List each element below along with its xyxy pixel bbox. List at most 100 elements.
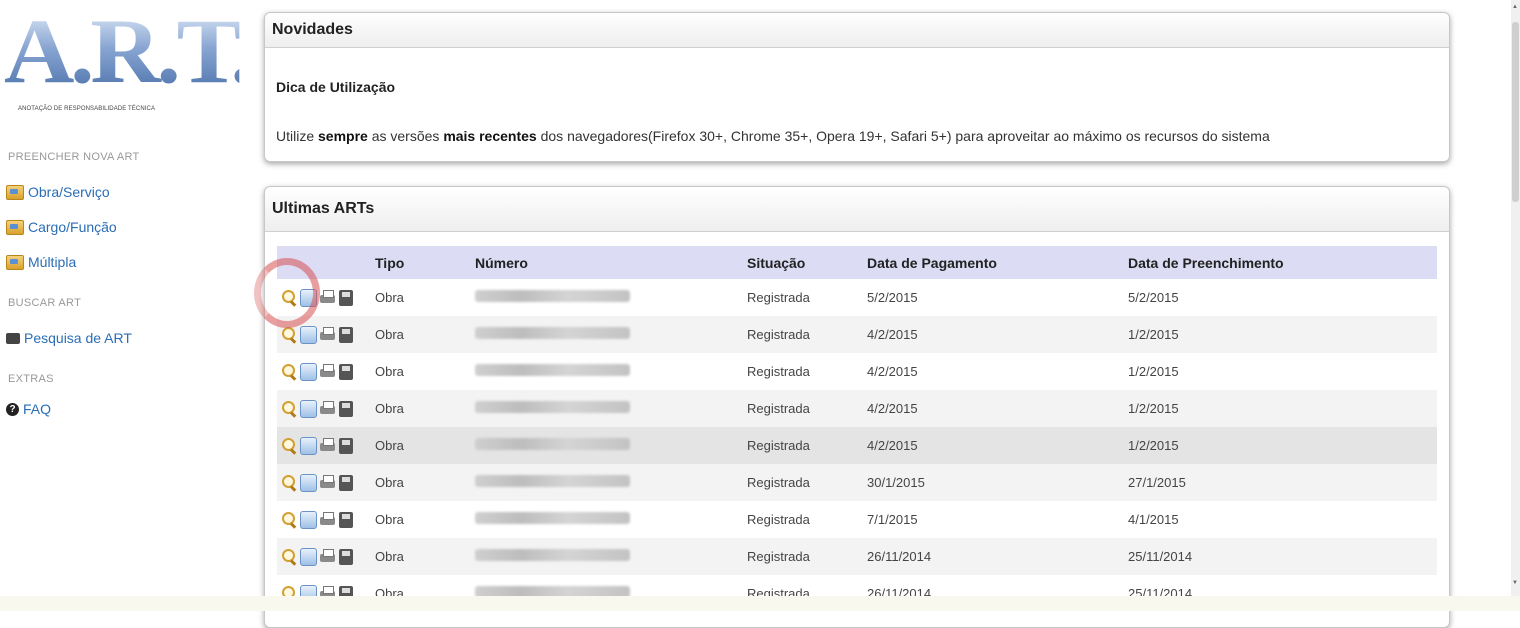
section-new-art: PREENCHER NOVA ART xyxy=(8,151,140,163)
magnifier-icon[interactable] xyxy=(280,363,298,381)
sidebar-item-pesquisa[interactable]: Pesquisa de ART xyxy=(6,330,132,346)
tip-text: Utilize sempre as versões mais recentes … xyxy=(276,128,1270,144)
col-numero[interactable]: Número xyxy=(475,255,528,271)
table-row[interactable]: Obra Registrada 30/1/2015 27/1/2015 xyxy=(277,464,1437,501)
form-icon xyxy=(6,184,24,200)
printer-icon[interactable] xyxy=(319,548,337,566)
magnifier-icon[interactable] xyxy=(280,474,298,492)
table-row[interactable]: Obra Registrada 5/2/2015 5/2/2015 xyxy=(277,279,1437,316)
cell-pagamento: 4/2/2015 xyxy=(867,327,918,342)
table-row[interactable]: Obra Registrada 7/1/2015 4/1/2015 xyxy=(277,501,1437,538)
cell-pagamento: 4/2/2015 xyxy=(867,438,918,453)
cell-pagamento: 4/2/2015 xyxy=(867,401,918,416)
col-situacao[interactable]: Situação xyxy=(747,255,805,271)
save-icon[interactable] xyxy=(339,511,353,528)
sidebar-item-label: Pesquisa de ART xyxy=(24,330,132,346)
document-icon[interactable] xyxy=(300,399,317,418)
magnifier-icon[interactable] xyxy=(280,289,298,307)
cell-preenchimento: 5/2/2015 xyxy=(1128,290,1179,305)
cell-tipo: Obra xyxy=(375,401,404,416)
cell-numero xyxy=(475,438,630,453)
cell-pagamento: 5/2/2015 xyxy=(867,290,918,305)
row-actions xyxy=(280,473,353,492)
table-row[interactable]: Obra Registrada 26/11/2014 25/11/2014 xyxy=(277,538,1437,575)
cell-preenchimento: 1/2/2015 xyxy=(1128,401,1179,416)
cell-pagamento: 30/1/2015 xyxy=(867,475,925,490)
save-icon[interactable] xyxy=(339,326,353,343)
printer-icon[interactable] xyxy=(319,474,337,492)
cell-preenchimento: 4/1/2015 xyxy=(1128,512,1179,527)
latest-arts-panel: Ultimas ARTs Tipo Número Situação Data d… xyxy=(264,186,1450,628)
table-row[interactable]: Obra Registrada 4/2/2015 1/2/2015 xyxy=(277,427,1437,464)
sidebar-item-obra[interactable]: Obra/Serviço xyxy=(6,184,110,200)
cell-tipo: Obra xyxy=(375,364,404,379)
magnifier-icon[interactable] xyxy=(280,437,298,455)
sidebar-item-label: FAQ xyxy=(23,401,52,417)
page-scrollbar[interactable]: ▲ ▼ xyxy=(1511,0,1520,596)
document-icon[interactable] xyxy=(300,288,317,307)
magnifier-icon[interactable] xyxy=(280,548,298,566)
section-search-art: BUSCAR ART xyxy=(8,297,82,309)
printer-icon[interactable] xyxy=(319,437,337,455)
col-pagamento[interactable]: Data de Pagamento xyxy=(867,255,997,271)
document-icon[interactable] xyxy=(300,325,317,344)
save-icon[interactable] xyxy=(339,400,353,417)
scroll-up-arrow-icon[interactable]: ▲ xyxy=(1512,4,1518,10)
cell-situacao: Registrada xyxy=(747,438,810,453)
cell-preenchimento: 1/2/2015 xyxy=(1128,438,1179,453)
form-icon xyxy=(6,254,24,270)
document-icon[interactable] xyxy=(300,510,317,529)
save-icon[interactable] xyxy=(339,289,353,306)
scroll-thumb[interactable] xyxy=(1512,22,1519,202)
cell-preenchimento: 27/1/2015 xyxy=(1128,475,1186,490)
table-row[interactable]: Obra Registrada 4/2/2015 1/2/2015 xyxy=(277,316,1437,353)
tip-title: Dica de Utilização xyxy=(276,79,396,95)
cell-tipo: Obra xyxy=(375,512,404,527)
footer-bar xyxy=(0,596,1520,611)
document-icon[interactable] xyxy=(300,473,317,492)
cell-pagamento: 7/1/2015 xyxy=(867,512,918,527)
printer-icon[interactable] xyxy=(319,511,337,529)
art-logo[interactable]: A.R.T. ANOTAÇÃO DE RESPONSABILIDADE TÉCN… xyxy=(4,5,255,112)
cell-tipo: Obra xyxy=(375,549,404,564)
sidebar: A.R.T. ANOTAÇÃO DE RESPONSABILIDADE TÉCN… xyxy=(0,0,255,611)
printer-icon[interactable] xyxy=(319,363,337,381)
save-icon[interactable] xyxy=(339,474,353,491)
cell-numero xyxy=(475,327,630,342)
magnifier-icon[interactable] xyxy=(280,400,298,418)
save-icon[interactable] xyxy=(339,548,353,565)
cell-numero xyxy=(475,364,630,379)
cell-numero xyxy=(475,401,630,416)
sidebar-item-label: Múltipla xyxy=(28,254,77,270)
document-icon[interactable] xyxy=(300,547,317,566)
sidebar-item-multipla[interactable]: Múltipla xyxy=(6,254,76,270)
sidebar-item-faq[interactable]: ? FAQ xyxy=(6,401,51,417)
table-row[interactable]: Obra Registrada 4/2/2015 1/2/2015 xyxy=(277,390,1437,427)
printer-icon[interactable] xyxy=(319,326,337,344)
cell-numero xyxy=(475,549,630,564)
save-icon[interactable] xyxy=(339,363,353,380)
sidebar-item-label: Cargo/Função xyxy=(28,219,117,235)
scroll-down-arrow-icon[interactable]: ▼ xyxy=(1512,580,1518,586)
cell-situacao: Registrada xyxy=(747,327,810,342)
cell-tipo: Obra xyxy=(375,438,404,453)
cell-situacao: Registrada xyxy=(747,512,810,527)
save-icon[interactable] xyxy=(339,437,353,454)
sidebar-item-cargo[interactable]: Cargo/Função xyxy=(6,219,117,235)
cell-preenchimento: 1/2/2015 xyxy=(1128,327,1179,342)
logo-letters: A.R.T. xyxy=(4,0,255,102)
question-icon: ? xyxy=(6,402,19,416)
cell-pagamento: 4/2/2015 xyxy=(867,364,918,379)
printer-icon[interactable] xyxy=(319,400,337,418)
printer-icon[interactable] xyxy=(319,289,337,307)
table-row[interactable]: Obra Registrada 4/2/2015 1/2/2015 xyxy=(277,353,1437,390)
row-actions xyxy=(280,399,353,418)
row-actions xyxy=(280,288,353,307)
col-tipo[interactable]: Tipo xyxy=(375,255,404,271)
magnifier-icon[interactable] xyxy=(280,326,298,344)
row-actions xyxy=(280,362,353,381)
col-preenchimento[interactable]: Data de Preenchimento xyxy=(1128,255,1284,271)
document-icon[interactable] xyxy=(300,362,317,381)
magnifier-icon[interactable] xyxy=(280,511,298,529)
document-icon[interactable] xyxy=(300,436,317,455)
